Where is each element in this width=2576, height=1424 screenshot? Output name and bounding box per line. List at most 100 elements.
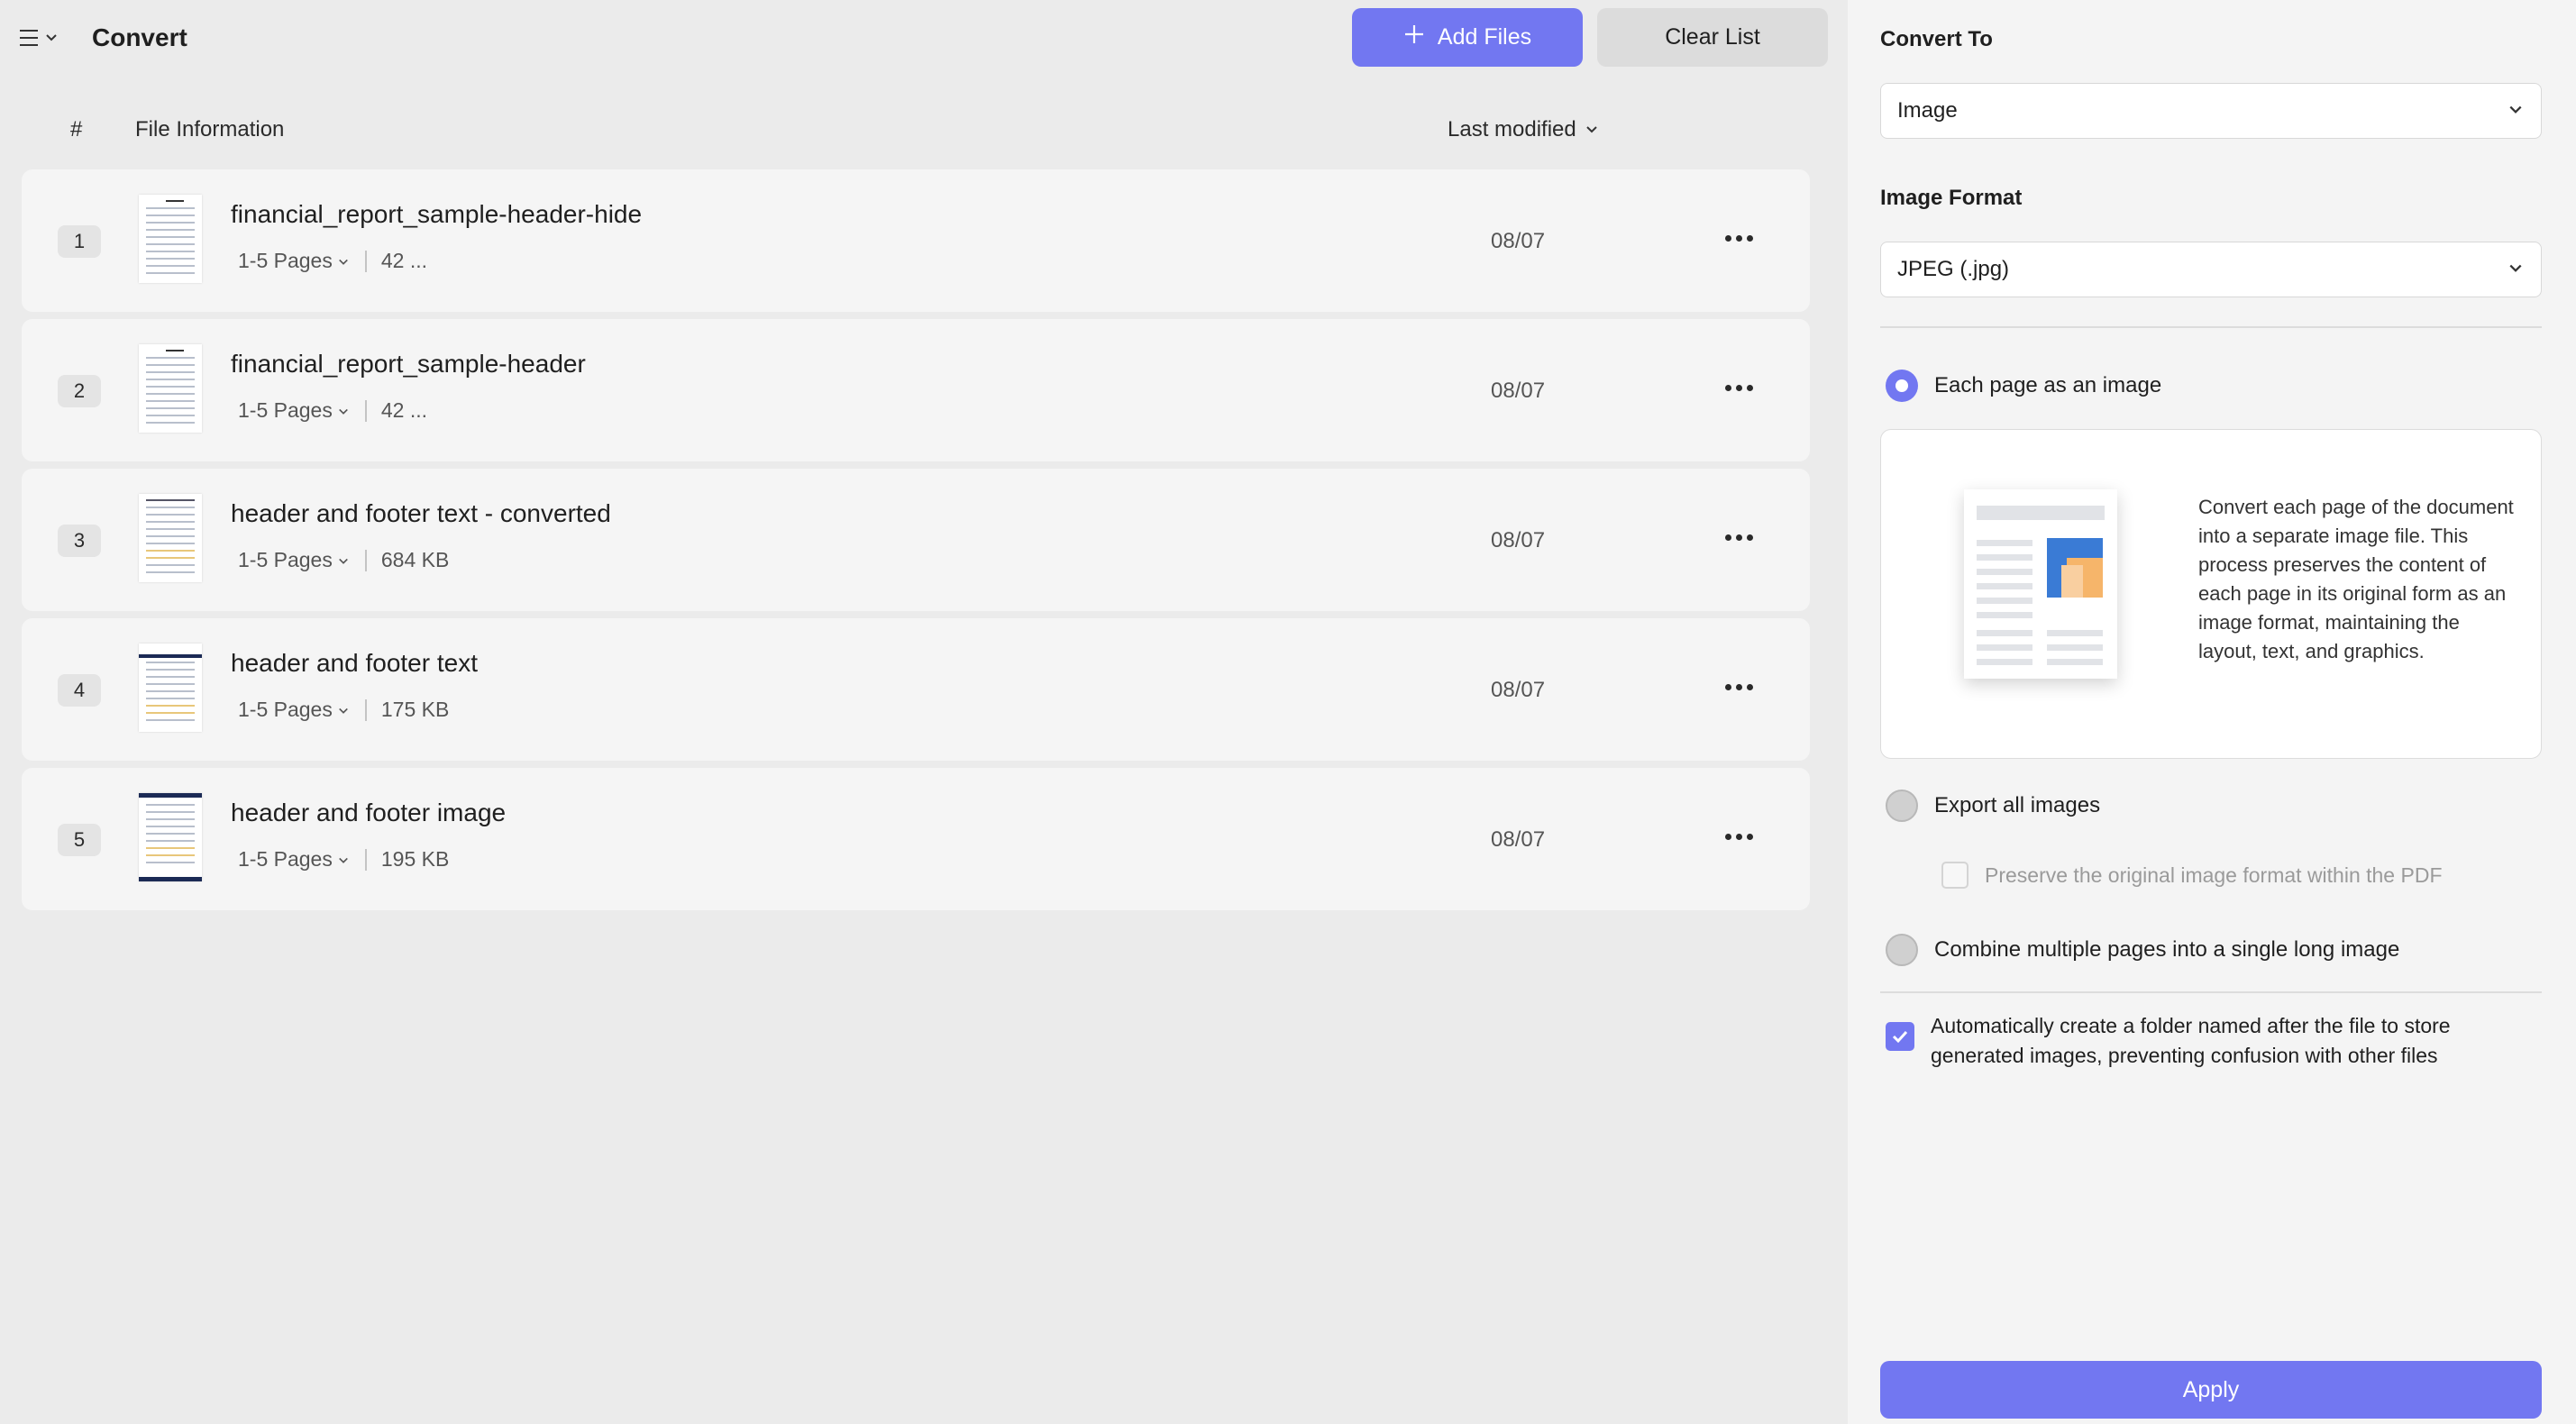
column-header-file-information: File Information: [135, 117, 285, 141]
image-format-select[interactable]: JPEG (.jpg): [1880, 242, 2542, 297]
row-number: 4: [58, 674, 101, 707]
divider: [364, 250, 367, 272]
page-range: 1-5 Pages: [238, 847, 333, 871]
column-header-last-modified: Last modified: [1448, 117, 1576, 141]
radio-unselected: [1886, 934, 1918, 966]
row-number: 2: [58, 375, 101, 407]
page-range: 1-5 Pages: [238, 398, 333, 422]
row-number: 5: [58, 824, 101, 856]
more-options-button[interactable]: [1716, 669, 1761, 705]
option-export-images-label: Export all images: [1934, 793, 2101, 817]
image-format-value: JPEG (.jpg): [1897, 257, 2010, 281]
convert-to-select[interactable]: Image: [1880, 83, 2542, 139]
chevron-down-icon: [2508, 257, 2523, 282]
file-row[interactable]: 5 header and footer image 1-5 Pages 195 …: [22, 768, 1810, 910]
last-modified-date: 08/07: [1491, 528, 1546, 552]
option-description-box: Convert each page of the document into a…: [1880, 429, 2542, 759]
page-range: 1-5 Pages: [238, 548, 333, 571]
add-files-button[interactable]: Add Files: [1352, 8, 1583, 67]
divider: [364, 549, 367, 571]
more-options-button[interactable]: [1716, 519, 1761, 555]
file-row[interactable]: 3 header and footer text - converted 1-5…: [22, 469, 1810, 611]
file-row[interactable]: 1 financial_report_sample-header-hide 1-…: [22, 169, 1810, 312]
radio-unselected: [1886, 790, 1918, 822]
sort-last-modified[interactable]: Last modified: [1448, 117, 1598, 142]
divider: [1880, 326, 2542, 328]
row-number: 3: [58, 525, 101, 557]
file-meta: 1-5 Pages 684 KB: [238, 548, 449, 572]
divider: [364, 399, 367, 422]
page-range-dropdown[interactable]: 1-5 Pages: [238, 548, 349, 572]
more-icon: [1724, 384, 1753, 391]
divider: [1880, 991, 2542, 993]
page-range-dropdown[interactable]: 1-5 Pages: [238, 398, 349, 423]
preserve-format-label: Preserve the original image format withi…: [1985, 863, 2443, 887]
apply-button[interactable]: Apply: [1880, 1361, 2542, 1419]
main-area: Convert Add Files Clear List # File Info…: [0, 0, 1839, 1424]
file-meta: 1-5 Pages 42 ...: [238, 398, 427, 423]
last-modified-date: 08/07: [1491, 827, 1546, 852]
preserve-format-checkbox[interactable]: Preserve the original image format withi…: [1941, 862, 2443, 889]
clear-list-label: Clear List: [1665, 24, 1760, 50]
chevron-down-icon: [338, 847, 349, 872]
menu-button[interactable]: [18, 20, 69, 56]
file-row[interactable]: 4 header and footer text 1-5 Pages 175 K…: [22, 618, 1810, 761]
row-number: 1: [58, 225, 101, 258]
page-range: 1-5 Pages: [238, 249, 333, 272]
more-icon: [1724, 534, 1753, 541]
plus-icon: [1403, 23, 1425, 51]
more-icon: [1724, 833, 1753, 840]
more-options-button[interactable]: [1716, 220, 1761, 256]
option-combine-radio[interactable]: Combine multiple pages into a single lon…: [1886, 934, 2399, 966]
chevron-down-icon: [338, 398, 349, 423]
option-combine-label: Combine multiple pages into a single lon…: [1934, 937, 2400, 962]
more-options-button[interactable]: [1716, 818, 1761, 854]
file-meta: 1-5 Pages 42 ...: [238, 249, 427, 273]
convert-to-label: Convert To: [1880, 27, 1993, 51]
clear-list-button[interactable]: Clear List: [1597, 8, 1828, 67]
page-range-dropdown[interactable]: 1-5 Pages: [238, 249, 349, 273]
file-name: header and footer text - converted: [231, 499, 611, 527]
more-options-button[interactable]: [1716, 370, 1761, 406]
file-meta: 1-5 Pages 175 KB: [238, 698, 449, 722]
file-size: 195 KB: [380, 847, 450, 871]
divider: [364, 698, 367, 721]
file-thumbnail: [139, 494, 202, 582]
page-range-dropdown[interactable]: 1-5 Pages: [238, 698, 349, 722]
add-files-label: Add Files: [1437, 24, 1532, 50]
file-thumbnail: [139, 195, 202, 283]
file-size: 684 KB: [380, 548, 450, 571]
menu-icon: [18, 27, 40, 49]
file-size: 42 ...: [380, 398, 428, 422]
file-name: financial_report_sample-header: [231, 350, 586, 378]
file-size: 175 KB: [380, 698, 450, 721]
page-range-dropdown[interactable]: 1-5 Pages: [238, 847, 349, 872]
divider: [364, 848, 367, 871]
chevron-down-icon: [338, 249, 349, 273]
document-image-illustration: [1964, 489, 2117, 679]
last-modified-date: 08/07: [1491, 678, 1546, 702]
option-each-page-radio[interactable]: Each page as an image: [1886, 370, 2161, 402]
check-icon: [1886, 1022, 1914, 1051]
file-thumbnail: [139, 344, 202, 433]
option-each-page-label: Each page as an image: [1934, 373, 2162, 397]
convert-to-value: Image: [1897, 98, 1958, 123]
chevron-down-icon: [45, 32, 58, 44]
settings-panel: Convert To Image Image Format JPEG (.jpg…: [1848, 0, 2576, 1424]
file-list: 1 financial_report_sample-header-hide 1-…: [22, 169, 1810, 917]
top-bar: Convert Add Files Clear List: [0, 0, 1839, 78]
checkbox-disabled: [1941, 862, 1969, 889]
more-icon: [1724, 234, 1753, 242]
auto-folder-label: Automatically create a folder named afte…: [1931, 1014, 2451, 1067]
apply-label: Apply: [2182, 1376, 2240, 1402]
chevron-down-icon: [338, 548, 349, 572]
auto-folder-checkbox[interactable]: Automatically create a folder named afte…: [1886, 1011, 2507, 1071]
file-row[interactable]: 2 financial_report_sample-header 1-5 Pag…: [22, 319, 1810, 461]
last-modified-date: 08/07: [1491, 379, 1546, 403]
file-name: header and footer image: [231, 799, 507, 826]
file-thumbnail: [139, 644, 202, 732]
option-export-images-radio[interactable]: Export all images: [1886, 790, 2100, 822]
option-description: Convert each page of the document into a…: [2198, 496, 2514, 662]
chevron-down-icon: [1585, 117, 1598, 142]
chevron-down-icon: [2508, 98, 2523, 123]
